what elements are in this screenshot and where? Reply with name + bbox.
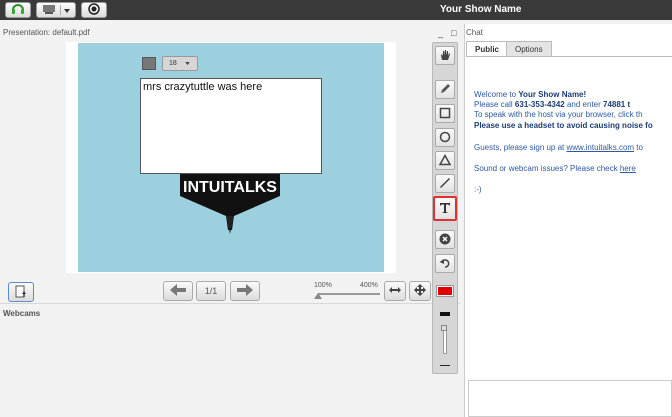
prev-slide-button[interactable] xyxy=(163,281,193,301)
thickness-slider[interactable] xyxy=(443,328,447,354)
chat-text: and enter xyxy=(564,100,603,109)
top-bar: Your Show Name xyxy=(0,0,672,20)
presentation-title: Presentation: default.pdf xyxy=(3,28,90,37)
hand-icon xyxy=(439,49,451,63)
webcam-icon xyxy=(42,4,56,16)
ellipse-icon xyxy=(439,131,451,145)
undo-icon xyxy=(439,257,451,271)
color-picker-button[interactable] xyxy=(436,285,454,297)
webcam-share-button[interactable] xyxy=(36,2,76,18)
font-size-select[interactable]: 18 xyxy=(162,56,198,71)
chat-code: 74881 t xyxy=(603,100,631,109)
chat-speak-line: To speak with the host via your browser,… xyxy=(474,110,643,119)
webcams-title: Webcams xyxy=(3,309,41,318)
rectangle-icon xyxy=(439,107,451,121)
fit-width-button[interactable] xyxy=(384,281,406,301)
thickness-indicator xyxy=(440,312,450,316)
chat-panel xyxy=(464,24,672,417)
panel-divider xyxy=(0,303,460,304)
help-link[interactable]: here xyxy=(620,164,636,173)
chat-text: Sound or webcam issues? Please check xyxy=(474,164,620,173)
thickness-slider-thumb[interactable] xyxy=(441,325,447,331)
zoom-min-label: 100% xyxy=(314,282,332,289)
triangle-icon xyxy=(438,153,452,168)
signup-link[interactable]: www.intuitalks.com xyxy=(567,143,635,152)
upload-presentation-button[interactable] xyxy=(8,282,34,302)
pencil-tool-button[interactable] xyxy=(435,80,455,99)
upload-icon xyxy=(15,285,27,300)
chat-signup-line: Guests, please sign up at www.intuitalks… xyxy=(474,143,643,153)
rectangle-tool-button[interactable] xyxy=(435,104,455,123)
chat-text: Please call xyxy=(474,100,515,109)
chat-call-line: Please call 631-353-4342 and enter 74881… xyxy=(474,100,630,110)
tab-options[interactable]: Options xyxy=(506,41,552,57)
clear-button[interactable] xyxy=(435,230,455,249)
tab-public[interactable]: Public xyxy=(466,41,509,57)
svg-text:INTUITALKS: INTUITALKS xyxy=(183,179,277,196)
zoom-slider[interactable] xyxy=(318,293,380,295)
chat-welcome-line: Welcome to Your Show Name! xyxy=(474,90,586,100)
arrow-right-icon xyxy=(237,284,253,298)
minimize-button[interactable]: _ xyxy=(438,28,443,38)
chat-text: Guests, please sign up at xyxy=(474,143,567,152)
chat-text: Welcome to xyxy=(474,90,519,99)
record-icon xyxy=(88,3,100,17)
intuitalks-logo: INTUITALKS xyxy=(176,172,284,234)
line-icon xyxy=(439,177,451,191)
app-title: Your Show Name xyxy=(440,4,522,15)
move-icon xyxy=(414,284,426,298)
thin-line-indicator xyxy=(440,365,450,366)
chevron-down-icon xyxy=(185,60,190,67)
text-color-swatch[interactable] xyxy=(142,57,156,70)
triangle-tool-button[interactable] xyxy=(435,151,455,170)
chat-message-input[interactable] xyxy=(468,380,672,417)
chat-text: to xyxy=(634,143,643,152)
zoom-slider-thumb[interactable] xyxy=(314,293,322,299)
chat-headset-line: Please use a headset to avoid causing no… xyxy=(474,121,653,130)
chevron-down-icon[interactable] xyxy=(60,5,70,15)
chat-smiley: :-) xyxy=(474,185,482,194)
fit-width-icon xyxy=(389,286,401,296)
headset-button[interactable] xyxy=(5,2,31,18)
arrow-left-icon xyxy=(170,284,186,298)
line-tool-button[interactable] xyxy=(435,174,455,193)
text-tool-button[interactable] xyxy=(433,196,457,221)
clear-icon xyxy=(439,233,451,247)
next-slide-button[interactable] xyxy=(230,281,260,301)
headset-icon xyxy=(11,3,25,17)
text-icon xyxy=(439,202,451,216)
pan-tool-button[interactable] xyxy=(435,46,455,65)
text-format-widget[interactable]: 18 xyxy=(140,55,200,72)
pencil-icon xyxy=(439,83,451,97)
tab-underline xyxy=(466,56,672,57)
page-indicator[interactable]: 1/1 xyxy=(196,281,226,301)
fit-page-button[interactable] xyxy=(409,281,431,301)
zoom-max-label: 400% xyxy=(360,282,378,289)
text-annotation[interactable]: mrs crazytuttle was here xyxy=(140,78,322,174)
chat-issues-line: Sound or webcam issues? Please check her… xyxy=(474,164,636,174)
pen-color-swatch xyxy=(438,287,452,295)
record-button[interactable] xyxy=(81,2,107,18)
font-size-value: 18 xyxy=(169,60,177,67)
chat-show-name: Your Show Name! xyxy=(518,90,587,99)
chat-title: Chat xyxy=(466,28,483,37)
maximize-button[interactable]: □ xyxy=(451,28,456,38)
undo-button[interactable] xyxy=(435,254,455,273)
ellipse-tool-button[interactable] xyxy=(435,128,455,147)
chat-phone: 631-353-4342 xyxy=(514,100,565,109)
